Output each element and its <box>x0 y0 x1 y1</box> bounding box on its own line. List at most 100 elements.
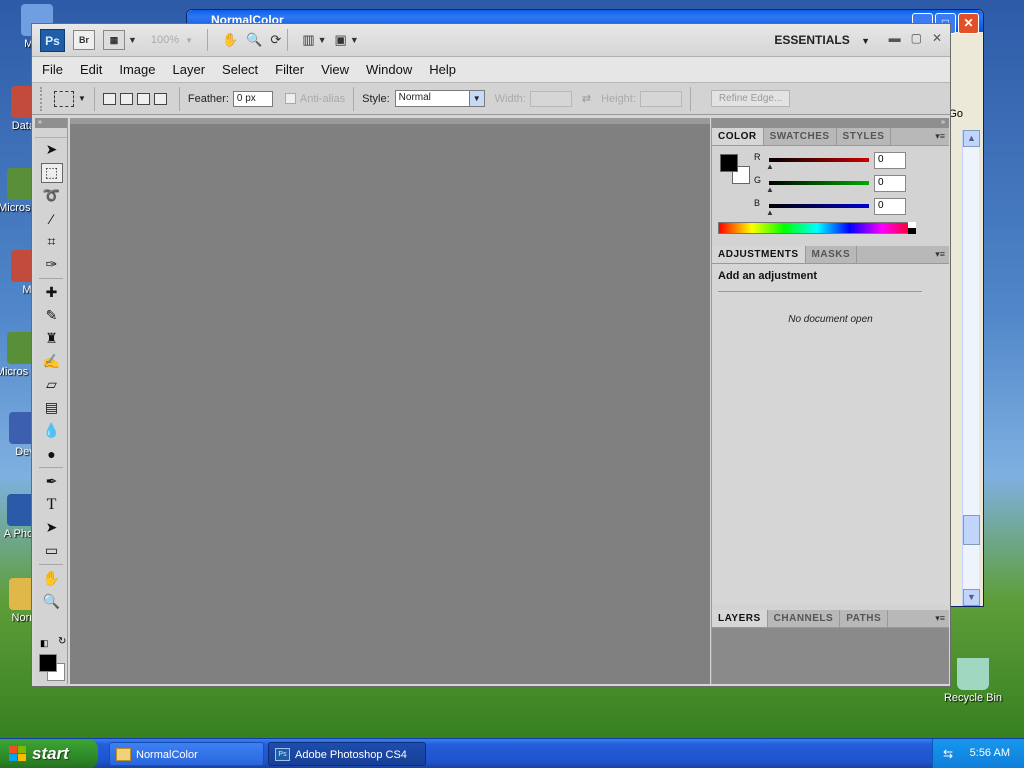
scroll-thumb[interactable] <box>963 515 980 545</box>
panel-menu-icon[interactable]: ▾≡ <box>935 613 945 624</box>
style-select[interactable]: Normal ▼ <box>394 90 485 107</box>
options-grip[interactable] <box>40 86 44 111</box>
antialias-checkbox[interactable] <box>284 93 296 104</box>
windows-logo-icon <box>9 746 27 762</box>
menu-layer[interactable]: Layer <box>173 62 206 77</box>
scroll-up-icon[interactable]: ▲ <box>963 130 980 147</box>
green-label: G <box>754 175 762 185</box>
tab-channels[interactable]: CHANNELS <box>768 610 841 627</box>
blur-tool[interactable]: 💧 <box>35 419 68 442</box>
tools-grip[interactable] <box>35 128 67 138</box>
green-value-input[interactable]: 0 <box>874 175 906 192</box>
color-spectrum-bar[interactable] <box>718 222 916 234</box>
color-panel-foreground-swatch[interactable] <box>720 154 738 172</box>
slider-caret-icon[interactable]: ▲ <box>766 162 774 171</box>
green-track[interactable] <box>769 181 869 185</box>
add-to-selection-icon[interactable] <box>119 92 133 105</box>
dodge-tool[interactable]: ● <box>35 442 68 465</box>
zoom-level-dropdown[interactable]: 100% ▼ <box>151 34 193 46</box>
path-selection-tool[interactable]: ➤ <box>35 516 68 539</box>
red-track[interactable] <box>769 158 869 162</box>
new-selection-icon[interactable] <box>102 92 116 105</box>
spectrum-black-swatch[interactable] <box>908 228 916 234</box>
tab-swatches[interactable]: SWATCHES <box>764 128 837 145</box>
rectangle-tool[interactable]: ▭ <box>35 539 68 562</box>
blue-track[interactable] <box>769 204 869 208</box>
screen-mode-button[interactable]: ▣ ▼ <box>335 29 359 51</box>
photoshop-window-controls: ▬ ▢ ✕ <box>889 31 942 45</box>
menu-window[interactable]: Window <box>366 62 412 77</box>
chevron-down-icon[interactable]: ▼ <box>78 94 86 103</box>
tools-collapse-icon[interactable]: » <box>35 118 67 128</box>
scroll-down-icon[interactable]: ▼ <box>963 589 980 606</box>
swap-colors-icon[interactable]: ↻ <box>58 636 66 647</box>
history-brush-tool[interactable]: ✍ <box>35 350 68 373</box>
slider-caret-icon[interactable]: ▲ <box>766 185 774 194</box>
gradient-tool[interactable]: ▤ <box>35 396 68 419</box>
start-button[interactable]: start <box>0 739 98 768</box>
default-colors-icon[interactable]: ◧ <box>40 638 49 649</box>
eyedropper-tool[interactable]: ✑ <box>35 253 68 276</box>
bridge-button[interactable]: Br <box>73 29 95 51</box>
explorer-scrollbar[interactable]: ▲ ▼ <box>962 130 980 606</box>
tab-adjustments[interactable]: ADJUSTMENTS <box>712 246 806 263</box>
photoshop-window[interactable]: Ps Br ▦ ▼ 100% ▼ ✋ 🔍 ⟳ ▥ ▼ ▣ ▼ ESSENTIAL… <box>31 23 951 687</box>
folder-icon <box>116 748 131 761</box>
workspace-switcher[interactable]: ESSENTIALS ▼ <box>774 33 870 47</box>
tab-color[interactable]: COLOR <box>712 128 764 145</box>
zoom-tool[interactable]: 🔍 <box>35 590 68 613</box>
quick-selection-tool[interactable]: ⁄ <box>35 207 68 230</box>
taskbar-item-normalcolor[interactable]: NormalColor <box>109 742 264 766</box>
tab-masks[interactable]: MASKS <box>806 246 858 263</box>
red-slider[interactable]: R ▲ 0 <box>754 152 944 174</box>
zoom-tool-button[interactable]: 🔍 <box>246 29 262 51</box>
minimize-icon[interactable]: ▬ <box>889 31 901 45</box>
arrange-documents-button[interactable]: ▥ ▼ <box>302 29 326 51</box>
hand-tool-button[interactable]: ✋ <box>222 29 238 51</box>
slider-caret-icon[interactable]: ▲ <box>766 208 774 217</box>
intersect-selection-icon[interactable] <box>153 92 167 105</box>
red-value-input[interactable]: 0 <box>874 152 906 169</box>
type-tool[interactable]: T <box>35 493 68 516</box>
healing-brush-tool[interactable]: ✚ <box>35 281 68 304</box>
hand-tool[interactable]: ✋ <box>35 567 68 590</box>
menu-select[interactable]: Select <box>222 62 258 77</box>
menu-image[interactable]: Image <box>119 62 155 77</box>
clock[interactable]: 5:56 AM <box>970 747 1010 759</box>
close-icon[interactable]: ✕ <box>932 31 942 45</box>
maximize-icon[interactable]: ▢ <box>911 31 922 45</box>
separator <box>207 29 209 51</box>
menu-edit[interactable]: Edit <box>80 62 102 77</box>
menu-help[interactable]: Help <box>429 62 456 77</box>
feather-input[interactable]: 0 px <box>232 90 273 107</box>
subtract-selection-icon[interactable] <box>136 92 150 105</box>
menu-view[interactable]: View <box>321 62 349 77</box>
brush-tool[interactable]: ✎ <box>35 304 68 327</box>
panel-menu-icon[interactable]: ▾≡ <box>935 131 945 142</box>
dock-expand-icon[interactable]: » <box>712 118 949 128</box>
tab-layers[interactable]: LAYERS <box>712 610 768 627</box>
foreground-color-swatch[interactable] <box>39 654 57 672</box>
pen-tool[interactable]: ✒ <box>35 470 68 493</box>
close-button[interactable]: ✕ <box>958 13 979 34</box>
tab-styles[interactable]: STYLES <box>837 128 892 145</box>
tab-paths[interactable]: PATHS <box>840 610 889 627</box>
lasso-tool[interactable]: ➰ <box>35 184 68 207</box>
menu-filter[interactable]: Filter <box>275 62 304 77</box>
eraser-tool[interactable]: ▱ <box>35 373 68 396</box>
move-tool[interactable]: ➤ <box>35 138 68 161</box>
crop-tool[interactable]: ⌗ <box>35 230 68 253</box>
panel-menu-icon[interactable]: ▾≡ <box>935 249 945 260</box>
menu-file[interactable]: File <box>42 62 63 77</box>
green-slider[interactable]: G ▲ 0 <box>754 175 944 197</box>
blue-slider[interactable]: B ▲ 0 <box>754 198 944 220</box>
clone-stamp-tool[interactable]: ♜ <box>35 327 68 350</box>
taskbar-item-photoshop[interactable]: Ps Adobe Photoshop CS4 <box>268 742 426 766</box>
document-area[interactable] <box>70 118 710 684</box>
rectangular-marquee-tool[interactable]: ⬚ <box>35 161 68 184</box>
blue-value-input[interactable]: 0 <box>874 198 906 215</box>
network-icon[interactable]: ⇆ <box>943 747 953 761</box>
marquee-preset-icon[interactable] <box>54 90 74 107</box>
rotate-view-button[interactable]: ⟳ <box>270 29 281 51</box>
view-extras-button[interactable]: ▦ ▼ <box>103 29 137 51</box>
